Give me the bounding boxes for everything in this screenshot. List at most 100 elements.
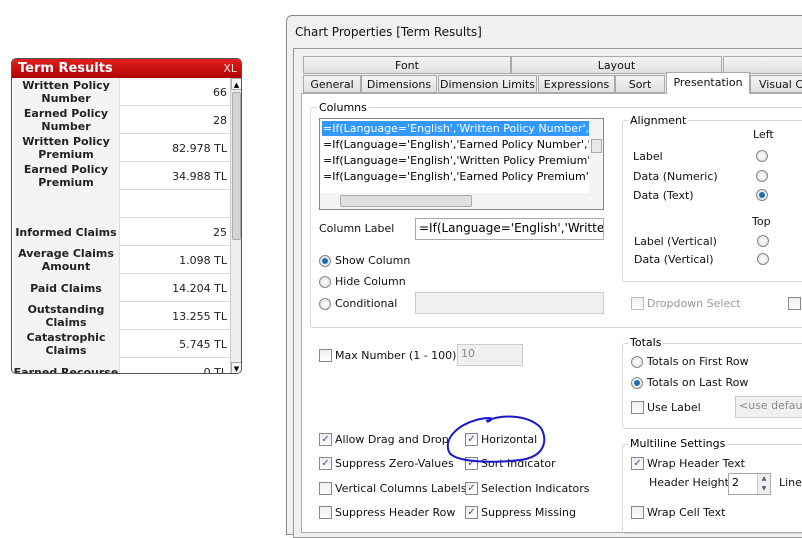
tab-general[interactable]: General	[303, 75, 361, 93]
table-row[interactable]: Earned Recourse 0 TL	[13, 358, 230, 374]
horizontal-checkbox[interactable]: ✓	[465, 433, 478, 446]
totals-last-label: Totals on Last Row	[647, 376, 749, 389]
suppress-header-label: Suppress Header Row	[335, 506, 456, 519]
row-label: Written Policy Premium	[13, 134, 120, 162]
show-column-label: Show Column	[335, 254, 411, 267]
max-number-label: Max Number (1 - 100)	[335, 349, 457, 362]
row-label: Paid Claims	[13, 274, 120, 302]
scroll-down-icon[interactable]: ▼	[231, 362, 241, 373]
wrap-cell-label: Wrap Cell Text	[647, 506, 726, 519]
row-label: Written Policy Number	[13, 78, 120, 106]
term-results-table: Term Results XL Written Policy Number 66 E…	[11, 58, 242, 374]
list-vscrollbar[interactable]	[589, 119, 603, 193]
table-row[interactable]: Informed Claims 25	[13, 218, 230, 246]
export-excel-button[interactable]: XL	[223, 59, 237, 78]
header-height-label: Header Height	[649, 476, 729, 489]
tab-font[interactable]: Font	[303, 56, 511, 74]
tab-dimension-limits[interactable]: Dimension Limits	[438, 75, 537, 93]
list-hscrollbar[interactable]	[320, 193, 603, 209]
row-label: Outstanding Claims	[13, 302, 120, 330]
left-header: Left	[753, 128, 774, 141]
table-row[interactable]: Earned Policy Number 28	[13, 106, 230, 134]
suppress-zero-checkbox[interactable]: ✓	[319, 457, 332, 470]
wrap-cell-checkbox[interactable]	[631, 506, 644, 519]
list-item[interactable]: =If(Language='English','Written Policy N…	[322, 121, 589, 136]
tab-sort[interactable]: Sort	[615, 75, 665, 93]
totals-first-row-radio[interactable]	[631, 356, 643, 368]
conditional-input[interactable]	[415, 292, 604, 314]
column-label-caption: Column Label	[319, 222, 395, 235]
wrap-header-label: Wrap Header Text	[647, 457, 745, 470]
row-label: Average Claims Amount	[13, 246, 120, 274]
use-label-input[interactable]: <use default>	[735, 396, 802, 418]
table-row[interactable]: Outstanding Claims 13.255 TL	[13, 302, 230, 330]
extra-checkbox[interactable]	[788, 297, 801, 310]
table-row[interactable]: Written Policy Number 66	[13, 78, 230, 106]
table-row[interactable]: Catastrophic Claims 5.745 TL	[13, 330, 230, 358]
suppress-missing-checkbox[interactable]: ✓	[465, 506, 478, 519]
sort-indicator-checkbox[interactable]: ✓	[465, 457, 478, 470]
allow-drag-label: Allow Drag and Drop	[335, 433, 449, 446]
table-row[interactable]: Average Claims Amount 1.098 TL	[13, 246, 230, 274]
table-row[interactable]: Paid Claims 14.204 TL	[13, 274, 230, 302]
vertical-labels-label: Vertical Columns Labels	[335, 482, 467, 495]
max-number-input[interactable]: 10	[457, 344, 523, 366]
hide-column-label: Hide Column	[335, 275, 406, 288]
selection-indicators-checkbox[interactable]: ✓	[465, 482, 478, 495]
columns-label: Columns	[317, 101, 369, 114]
tab-presentation[interactable]: Presentation	[666, 72, 750, 94]
scroll-up-icon[interactable]: ▲	[231, 78, 241, 90]
suppress-zero-label: Suppress Zero-Values	[335, 457, 454, 470]
list-item[interactable]: =If(Language='English','Earned Policy Nu…	[322, 137, 589, 152]
label-left-radio[interactable]	[756, 150, 768, 162]
row-value: 0 TL	[203, 365, 227, 374]
max-number-checkbox[interactable]	[319, 349, 332, 362]
row-label	[13, 190, 120, 218]
row-label: Earned Policy Number	[13, 106, 120, 134]
align-data-numeric-label: Data (Numeric)	[633, 170, 718, 183]
multiline-label: Multiline Settings	[628, 437, 728, 450]
dialog-title: Chart Properties [Term Results]	[295, 25, 482, 39]
use-label-checkbox[interactable]	[631, 401, 644, 414]
column-label-input[interactable]: =If(Language='English','Written Po	[415, 218, 604, 240]
table-scrollbar[interactable]: ▲ ▼	[230, 78, 241, 373]
lines-label: Lines	[779, 476, 802, 489]
dropdown-select-checkbox[interactable]	[631, 297, 644, 310]
align-label-label: Label	[633, 150, 663, 163]
dropdown-select-label: Dropdown Select	[647, 297, 741, 310]
totals-last-row-radio[interactable]	[631, 377, 643, 389]
data-text-left-radio[interactable]	[756, 189, 768, 201]
hide-column-radio[interactable]	[319, 276, 331, 288]
row-value: 5.745 TL	[179, 337, 227, 351]
allow-drag-checkbox[interactable]: ✓	[319, 433, 332, 446]
tab-dimensions[interactable]: Dimensions	[361, 75, 437, 93]
table-row[interactable]: Written Policy Premium 82.978 TL	[13, 134, 230, 162]
vertical-labels-checkbox[interactable]	[319, 482, 332, 495]
row-label: Earned Recourse	[13, 358, 120, 373]
scroll-thumb[interactable]	[232, 92, 241, 240]
list-item[interactable]: =If(Language='English','Earned Policy Pr…	[322, 169, 589, 184]
row-label: Catastrophic Claims	[13, 330, 120, 358]
suppress-header-checkbox[interactable]	[319, 506, 332, 519]
data-numeric-left-radio[interactable]	[756, 170, 768, 182]
tab-visual-cues[interactable]: Visual Cu	[750, 75, 802, 93]
horizontal-label: Horizontal	[481, 433, 538, 446]
conditional-label: Conditional	[335, 297, 398, 310]
sort-indicator-label: Sort Indicator	[481, 457, 556, 470]
table-row[interactable]: Earned Policy Premium 34.988 TL	[13, 162, 230, 190]
columns-listbox[interactable]: =If(Language='English','Written Policy N…	[319, 118, 604, 210]
totals-label: Totals	[628, 336, 664, 349]
use-label-label: Use Label	[647, 401, 701, 414]
alignment-label: Alignment	[628, 114, 689, 127]
row-value: 14.204 TL	[172, 281, 227, 295]
label-top-radio[interactable]	[757, 235, 769, 247]
show-column-radio[interactable]	[319, 255, 331, 267]
conditional-radio[interactable]	[319, 298, 331, 310]
align-label-vertical-label: Label (Vertical)	[634, 235, 717, 248]
data-top-radio[interactable]	[757, 253, 769, 265]
tab-expressions[interactable]: Expressions	[538, 75, 615, 93]
stepper-arrows-icon[interactable]: ▲ ▼	[757, 474, 770, 494]
wrap-header-checkbox[interactable]: ✓	[631, 457, 644, 470]
table-row[interactable]	[13, 190, 230, 218]
list-item[interactable]: =If(Language='English','Written Policy P…	[322, 153, 589, 168]
